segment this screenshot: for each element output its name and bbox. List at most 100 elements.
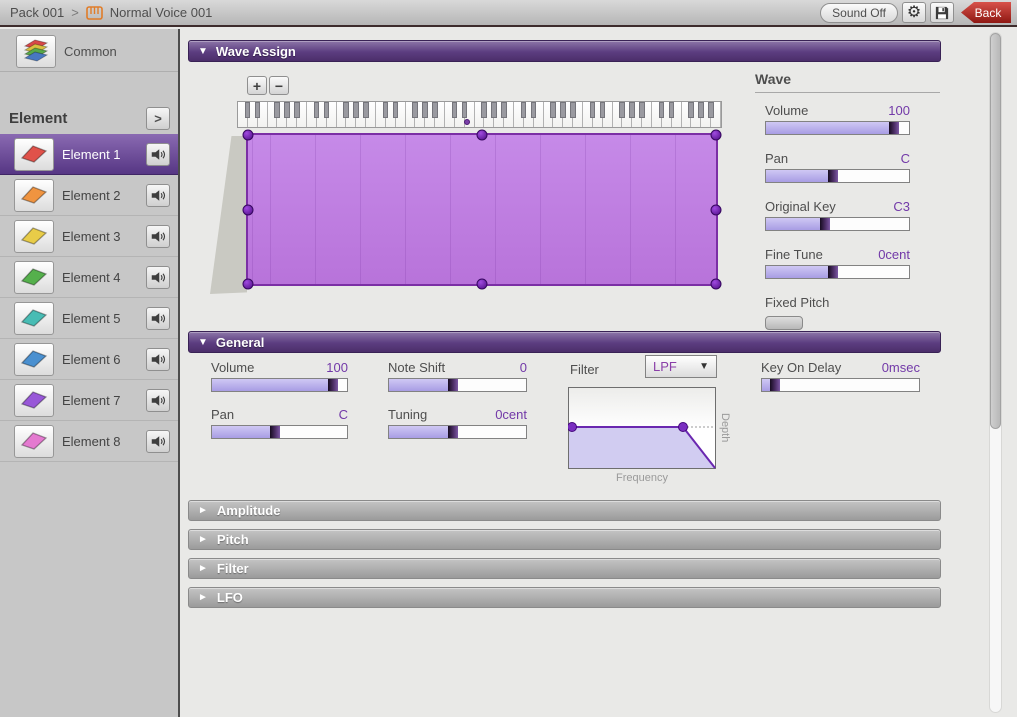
element-mute-button[interactable]	[146, 225, 170, 248]
element-mute-button[interactable]	[146, 389, 170, 412]
zoom-in-button[interactable]: +	[247, 76, 267, 95]
slider-thumb[interactable]	[828, 266, 838, 278]
element-mute-button[interactable]	[146, 184, 170, 207]
slider-thumb[interactable]	[448, 379, 458, 391]
keyboard[interactable]	[237, 101, 722, 128]
fine_tune-slider[interactable]	[765, 265, 910, 279]
scrollbar-thumb[interactable]	[990, 33, 1001, 429]
pan-slider[interactable]	[765, 169, 910, 183]
black-key[interactable]	[462, 102, 468, 118]
black-key[interactable]	[698, 102, 704, 118]
black-key[interactable]	[452, 102, 458, 118]
black-key[interactable]	[363, 102, 369, 118]
zone-handle[interactable]	[243, 130, 254, 141]
slider-thumb[interactable]	[448, 426, 458, 438]
black-key[interactable]	[324, 102, 330, 118]
black-key[interactable]	[629, 102, 635, 118]
sidebar-item-element-8[interactable]: Element 8	[0, 421, 178, 462]
wave-zone[interactable]	[246, 133, 718, 286]
black-key[interactable]	[383, 102, 389, 118]
sidebar-item-element-6[interactable]: Element 6	[0, 339, 178, 380]
black-key[interactable]	[393, 102, 399, 118]
black-key[interactable]	[600, 102, 606, 118]
sound-off-button[interactable]: Sound Off	[820, 3, 898, 23]
black-key[interactable]	[531, 102, 537, 118]
zone-handle[interactable]	[243, 204, 254, 215]
slider-thumb[interactable]	[328, 379, 338, 391]
element-mute-button[interactable]	[146, 307, 170, 330]
speaker-icon	[151, 230, 166, 243]
element-expand-button[interactable]: >	[146, 107, 170, 130]
black-key[interactable]	[639, 102, 645, 118]
black-key[interactable]	[274, 102, 280, 118]
pan-slider[interactable]	[211, 425, 348, 439]
general-section-header[interactable]: ▼ General	[188, 331, 941, 353]
element-mute-button[interactable]	[146, 143, 170, 166]
zone-handle[interactable]	[711, 130, 722, 141]
section-bar-lfo[interactable]: ►LFO	[188, 587, 941, 608]
settings-button[interactable]: ⚙	[902, 2, 926, 23]
black-key[interactable]	[550, 102, 556, 118]
fixed-pitch-toggle[interactable]	[765, 316, 803, 330]
sidebar-item-element-4[interactable]: Element 4	[0, 257, 178, 298]
black-key[interactable]	[669, 102, 675, 118]
slider-thumb[interactable]	[770, 379, 780, 391]
save-button[interactable]	[930, 2, 954, 23]
black-key[interactable]	[570, 102, 576, 118]
black-key[interactable]	[659, 102, 665, 118]
key_on_delay-slider[interactable]	[761, 378, 920, 392]
note_shift-slider[interactable]	[388, 378, 527, 392]
sidebar-item-element-5[interactable]: Element 5	[0, 298, 178, 339]
original_key-slider[interactable]	[765, 217, 910, 231]
black-key[interactable]	[590, 102, 596, 118]
zone-handle[interactable]	[477, 279, 488, 290]
zone-handle[interactable]	[243, 279, 254, 290]
slider-thumb[interactable]	[820, 218, 830, 230]
sidebar-item-element-3[interactable]: Element 3	[0, 216, 178, 257]
black-key[interactable]	[314, 102, 320, 118]
black-key[interactable]	[619, 102, 625, 118]
black-key[interactable]	[343, 102, 349, 118]
sidebar-item-element-1[interactable]: Element 1	[0, 134, 178, 175]
back-button[interactable]: Back	[961, 2, 1011, 23]
zone-handle[interactable]	[711, 279, 722, 290]
black-key[interactable]	[521, 102, 527, 118]
black-key[interactable]	[255, 102, 261, 118]
wave-assign-section-header[interactable]: ▼ Wave Assign	[188, 40, 941, 62]
black-key[interactable]	[245, 102, 251, 118]
black-key[interactable]	[432, 102, 438, 118]
black-key[interactable]	[491, 102, 497, 118]
zone-handle[interactable]	[477, 130, 488, 141]
sidebar-item-common[interactable]: Common	[0, 31, 178, 72]
black-key[interactable]	[422, 102, 428, 118]
sidebar-item-element-7[interactable]: Element 7	[0, 380, 178, 421]
black-key[interactable]	[708, 102, 714, 118]
black-key[interactable]	[353, 102, 359, 118]
slider-thumb[interactable]	[828, 170, 838, 182]
volume-slider[interactable]	[765, 121, 910, 135]
black-key[interactable]	[284, 102, 290, 118]
slider-thumb[interactable]	[889, 122, 899, 134]
element-mute-button[interactable]	[146, 430, 170, 453]
element-mute-button[interactable]	[146, 266, 170, 289]
element-mute-button[interactable]	[146, 348, 170, 371]
section-bar-filter[interactable]: ►Filter	[188, 558, 941, 579]
tuning-slider[interactable]	[388, 425, 527, 439]
black-key[interactable]	[688, 102, 694, 118]
volume-slider[interactable]	[211, 378, 348, 392]
section-bar-pitch[interactable]: ►Pitch	[188, 529, 941, 550]
black-key[interactable]	[501, 102, 507, 118]
filter-curve-graph[interactable]	[568, 387, 716, 474]
vertical-scrollbar[interactable]	[989, 32, 1002, 713]
section-bar-amplitude[interactable]: ►Amplitude	[188, 500, 941, 521]
zoom-out-button[interactable]: −	[269, 76, 289, 95]
sidebar-item-element-2[interactable]: Element 2	[0, 175, 178, 216]
filter-type-dropdown[interactable]: LPF ▼	[645, 355, 717, 378]
zone-handle[interactable]	[711, 204, 722, 215]
black-key[interactable]	[481, 102, 487, 118]
black-key[interactable]	[560, 102, 566, 118]
black-key[interactable]	[412, 102, 418, 118]
slider-thumb[interactable]	[270, 426, 280, 438]
breadcrumb-pack[interactable]: Pack 001	[10, 5, 64, 20]
black-key[interactable]	[294, 102, 300, 118]
